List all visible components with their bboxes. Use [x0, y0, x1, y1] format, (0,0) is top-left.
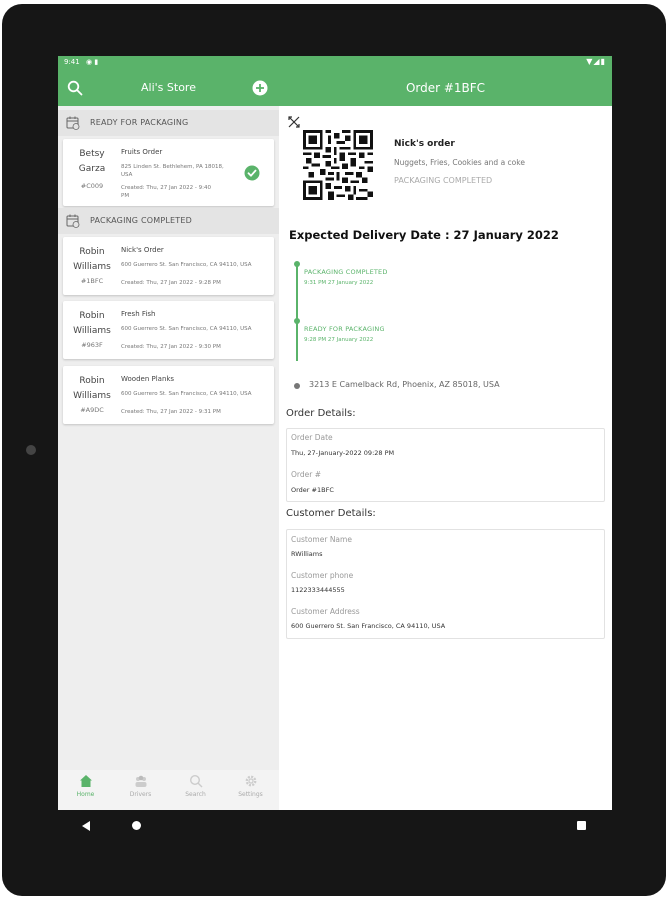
order-address: 600 Guerrero St. San Francisco, CA 94110… [121, 326, 252, 332]
android-nav-bar [58, 812, 612, 842]
order-id: #A9DC [80, 406, 104, 414]
notification-icons: ◉ ▮ [86, 58, 99, 66]
order-title: Fruits Order [121, 148, 163, 156]
destination-address: 3213 E Camelback Rd, Phoenix, AZ 85018, … [309, 380, 500, 389]
order-number-value: Order #1BFC [291, 486, 334, 494]
detail-app-bar: Order #1BFC [279, 70, 612, 106]
qr-code [303, 130, 373, 200]
add-icon[interactable] [252, 80, 268, 96]
timeline-step-time: 9:28 PM 27 January 2022 [304, 337, 374, 343]
order-created: Created: Thu, 27 Jan 2022 - 9:31 PM [121, 409, 221, 415]
search-nav-icon [189, 774, 202, 788]
customer-name: Robin Williams [73, 247, 111, 272]
home-icon [79, 775, 92, 787]
order-address: 825 Linden St. Bethlehem, PA 18018, USA [121, 164, 224, 178]
customer-name-label: Customer Name [291, 535, 352, 544]
collapse-icon[interactable] [288, 116, 300, 128]
order-card[interactable]: Robin Williams #A9DC Wooden Planks 600 Gu… [63, 366, 274, 424]
timeline-destination-dot [294, 383, 300, 389]
nav-label: Search [185, 791, 206, 798]
detail-order-name: Nick's order [394, 139, 455, 149]
expected-delivery-date: Expected Delivery Date : 27 January 2022 [289, 228, 559, 242]
order-id: #1BFC [80, 277, 104, 285]
nav-label: Home [76, 791, 95, 798]
app-screen: 9:41 ◉ ▮ ▼◢▮ Ali's Store Order #1BFC REA… [58, 56, 612, 810]
customer-phone-label: Customer phone [291, 571, 354, 580]
nav-label: Drivers [129, 791, 152, 798]
detail-order-items: Nuggets, Fries, Cookies and a coke [394, 158, 525, 167]
order-card[interactable]: Robin Williams #1BFC Nick's Order 600 Gue… [63, 237, 274, 295]
section-ready-for-packaging: READY FOR PACKAGING [58, 110, 279, 136]
back-icon[interactable] [80, 820, 92, 832]
detail-order-status: PACKAGING COMPLETED [394, 176, 493, 185]
nav-settings[interactable]: Settings [223, 774, 278, 798]
customer-details-title: Customer Details: [286, 508, 376, 519]
order-details-title: Order Details: [286, 408, 356, 419]
recents-icon[interactable] [577, 821, 586, 830]
timeline-dot [294, 261, 300, 267]
timeline-step-title: READY FOR PACKAGING [304, 325, 385, 333]
timeline-line [296, 263, 298, 361]
timeline-step-time: 9:31 PM 27 January 2022 [304, 280, 374, 286]
timeline-step-title: PACKAGING COMPLETED [304, 268, 388, 276]
order-date-value: Thu, 27-January-2022 09:28 PM [291, 449, 395, 457]
list-app-bar: Ali's Store [58, 70, 279, 106]
order-created: Created: Thu, 27 Jan 2022 - 9:40 PM [121, 185, 211, 199]
order-number-label: Order # [291, 470, 321, 479]
order-title: Order #1BFC [405, 81, 486, 95]
signal-battery-icons: ▼◢▮ [586, 57, 606, 66]
orders-list-pane: READY FOR PACKAGING Betsy Garza #C009 Fru… [58, 106, 280, 770]
customer-address-value: 600 Guerrero St. San Francisco, CA 94110… [291, 622, 446, 630]
order-address: 600 Guerrero St. San Francisco, CA 94110… [121, 262, 252, 268]
customer-phone-value: 1122333444555 [291, 586, 345, 594]
customer-name: Betsy Garza [78, 149, 106, 174]
order-title: Nick's Order [121, 246, 164, 254]
order-detail-pane: Nick's order Nuggets, Fries, Cookies and… [279, 106, 612, 810]
nav-home[interactable]: Home [58, 774, 113, 798]
timeline-dot [294, 318, 300, 324]
order-card[interactable]: Betsy Garza #C009 Fruits Order 825 Linden… [63, 139, 274, 206]
calendar-icon [66, 214, 80, 228]
customer-name: Robin Williams [73, 311, 111, 336]
bottom-navigation: Home Drivers Search Settings [58, 770, 279, 810]
home-button-icon[interactable] [132, 821, 141, 830]
store-title: Ali's Store [141, 81, 196, 94]
customer-name: Robin Williams [73, 376, 111, 401]
section-label: PACKAGING COMPLETED [90, 216, 192, 225]
order-date-label: Order Date [291, 433, 333, 442]
nav-search[interactable]: Search [168, 774, 223, 798]
order-title: Wooden Planks [121, 375, 175, 383]
gear-icon [245, 775, 256, 787]
section-packaging-completed: PACKAGING COMPLETED [58, 208, 279, 234]
status-bar: 9:41 ◉ ▮ ▼◢▮ [58, 56, 612, 70]
order-id: #C009 [80, 182, 104, 190]
nav-label: Settings [238, 791, 263, 798]
order-id: #963F [81, 341, 103, 349]
drivers-icon [135, 775, 146, 787]
camera-icon [26, 445, 36, 455]
check-circle-icon [244, 165, 260, 181]
order-created: Created: Thu, 27 Jan 2022 - 9:30 PM [121, 344, 221, 350]
order-details-box: Order Date Thu, 27-January-2022 09:28 PM… [286, 428, 605, 502]
nav-drivers[interactable]: Drivers [113, 774, 168, 798]
customer-details-box: Customer Name RWilliams Customer phone 1… [286, 529, 605, 639]
order-card[interactable]: Robin Williams #963F Fresh Fish 600 Guerr… [63, 301, 274, 359]
customer-address-label: Customer Address [291, 607, 360, 616]
status-time: 9:41 [64, 58, 80, 66]
calendar-icon [66, 116, 80, 130]
order-title: Fresh Fish [121, 310, 156, 318]
section-label: READY FOR PACKAGING [90, 118, 189, 127]
customer-name-value: RWilliams [291, 550, 323, 558]
order-address: 600 Guerrero St. San Francisco, CA 94110… [121, 391, 252, 397]
order-created: Created: Thu, 27 Jan 2022 - 9:28 PM [121, 280, 221, 286]
